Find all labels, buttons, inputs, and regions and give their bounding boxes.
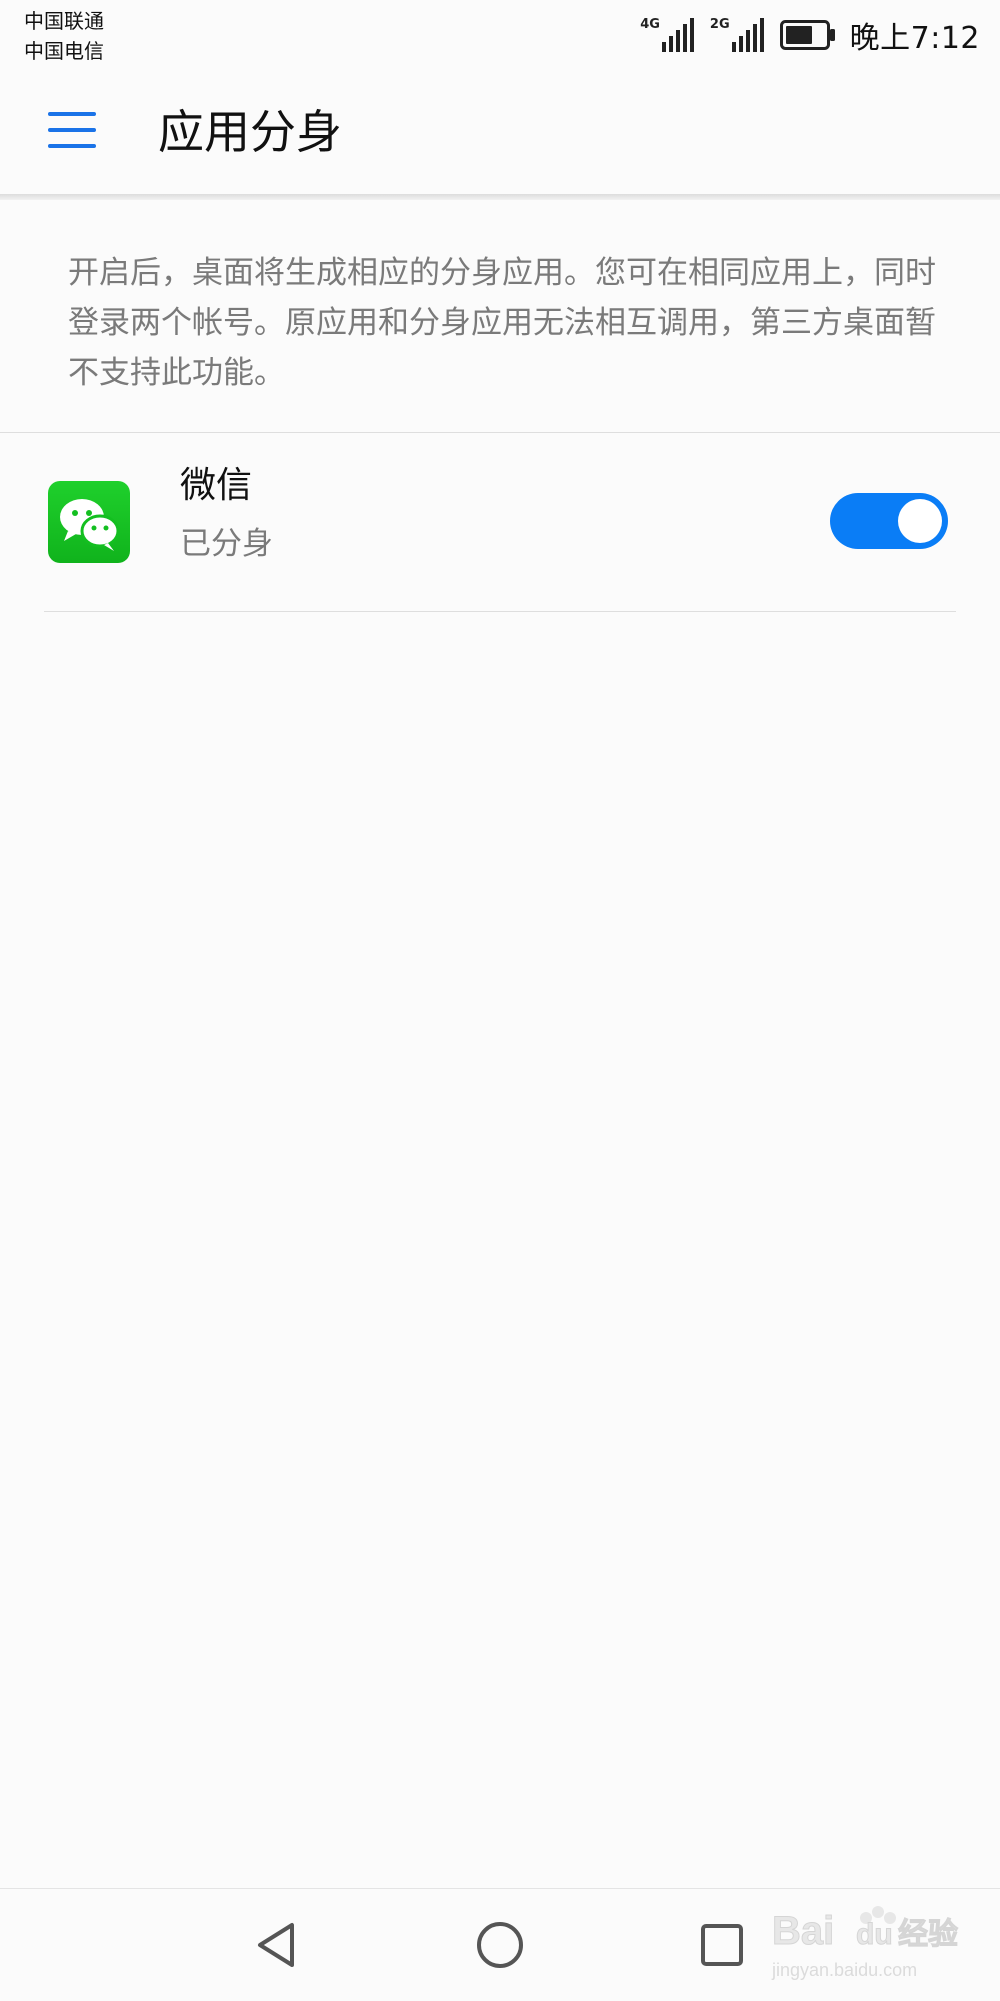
baidu-jingyan-watermark: Bai du 经验 jingyan.baidu.com: [770, 1898, 990, 1988]
network-2-label: 2G: [709, 17, 730, 32]
carrier-1-label: 中国联通: [24, 9, 104, 33]
svg-text:jingyan.baidu.com: jingyan.baidu.com: [771, 1960, 917, 1980]
divider: [44, 611, 956, 612]
svg-text:du: du: [856, 1918, 893, 1951]
feature-description: 开启后，桌面将生成相应的分身应用。您可在相同应用上，同时登录两个帐号。原应用和分…: [68, 255, 936, 391]
svg-text:Bai: Bai: [772, 1909, 834, 1953]
hamburger-menu-icon[interactable]: [44, 104, 104, 156]
network-1-label: 4G: [640, 17, 660, 32]
clock: 晚上7:12: [849, 21, 980, 56]
carrier-info: 中国联通 中国电信: [24, 6, 104, 66]
signal-2g-icon: 2G: [710, 18, 766, 52]
toggle-knob: [898, 499, 942, 543]
page-title: 应用分身: [158, 105, 342, 159]
app-bar: 应用分身: [0, 66, 1000, 194]
app-name: 微信: [180, 465, 253, 506]
recents-square-icon[interactable]: [694, 1917, 750, 1973]
app-bar-shadow: [0, 194, 1000, 200]
app-status: 已分身: [180, 526, 273, 562]
home-circle-icon[interactable]: [472, 1917, 528, 1973]
wechat-icon: [48, 481, 130, 563]
battery-icon: [779, 20, 836, 50]
status-bar: 中国联通 中国电信 4G 2G 晚上7:12: [0, 0, 1000, 66]
app-list-item-wechat[interactable]: 微信 已分身: [0, 433, 1000, 611]
clone-toggle-switch[interactable]: [830, 493, 948, 549]
signal-4g-icon: 4G: [640, 18, 696, 52]
carrier-2-label: 中国电信: [24, 39, 104, 63]
status-icons: 4G 2G 晚上7:12: [640, 12, 980, 58]
svg-text:经验: 经验: [898, 1917, 958, 1952]
back-triangle-icon[interactable]: [250, 1917, 306, 1973]
